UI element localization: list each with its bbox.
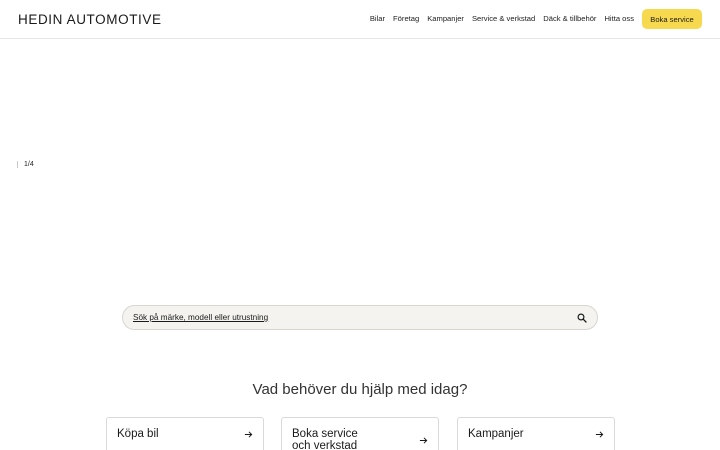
nav-item-bilar[interactable]: Bilar	[370, 14, 385, 23]
slide-indicator: 1/4	[17, 161, 34, 168]
arrow-right-icon	[244, 431, 253, 438]
card-boka-service[interactable]: Boka service och verkstad	[281, 417, 439, 450]
card-label: Köpa bil	[117, 428, 159, 440]
card-label-line1: Boka service	[292, 428, 358, 440]
book-service-button[interactable]: Boka service	[642, 9, 702, 29]
help-heading: Vad behöver du hjälp med idag?	[252, 381, 468, 398]
slide-counter: 1/4	[24, 161, 34, 168]
nav-item-foretag[interactable]: Företag	[393, 14, 419, 23]
main-nav: Bilar Företag Kampanjer Service & verkst…	[370, 14, 634, 23]
card-kampanjer[interactable]: Kampanjer	[457, 417, 615, 450]
site-header: HEDIN AUTOMOTIVE Bilar Företag Kampanjer…	[0, 0, 720, 39]
search-input[interactable]	[133, 313, 577, 322]
card-label: Kampanjer	[468, 428, 524, 440]
hero-carousel: 1/4	[0, 40, 720, 290]
nav-item-kampanjer[interactable]: Kampanjer	[427, 14, 464, 23]
arrow-right-icon	[595, 431, 604, 438]
card-label-line2: och verkstad	[292, 440, 358, 450]
card-label: Boka service och verkstad	[292, 428, 402, 450]
search-bar	[122, 305, 598, 330]
arrow-right-icon	[419, 437, 428, 444]
search-icon[interactable]	[577, 312, 587, 323]
slide-progress-bar	[17, 161, 18, 168]
nav-item-hitta-oss[interactable]: Hitta oss	[604, 14, 634, 23]
nav-item-dack-tillbehor[interactable]: Däck & tillbehör	[543, 14, 596, 23]
card-kopa-bil[interactable]: Köpa bil	[106, 417, 264, 450]
nav-item-service-verkstad[interactable]: Service & verkstad	[472, 14, 535, 23]
brand-logo[interactable]: HEDIN AUTOMOTIVE	[18, 12, 162, 27]
